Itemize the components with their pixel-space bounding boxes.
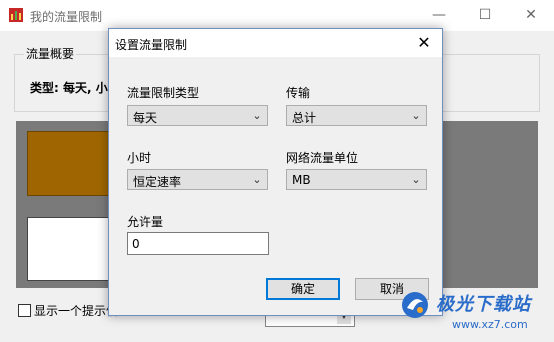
app-icon: [9, 8, 23, 22]
download-color-swatch[interactable]: [27, 217, 119, 281]
watermark-logo-icon: [402, 292, 428, 318]
chevron-down-icon: ⌄: [252, 109, 262, 122]
dialog-title: 设置流量限制: [115, 38, 188, 52]
main-window-title: 我的流量限制: [30, 10, 103, 24]
hour-value: 恒定速率: [133, 175, 182, 189]
watermark-url: www.xz7.com: [452, 318, 528, 331]
unit-value: MB: [292, 173, 311, 187]
unit-label: 网络流量单位: [286, 151, 359, 165]
maximize-button[interactable]: ☐: [462, 0, 508, 31]
summary-text: 类型: 每天, 小时: [30, 81, 120, 95]
set-limit-dialog: 设置流量限制 ✕ 流量限制类型 每天 ⌄ 传输 总计 ⌄ 小时 恒定速率 ⌄ 网…: [108, 28, 443, 316]
summary-group-label: 流量概要: [24, 45, 77, 62]
transfer-value: 总计: [292, 111, 317, 125]
limit-type-value: 每天: [133, 111, 158, 125]
hour-label: 小时: [127, 151, 152, 165]
close-button[interactable]: ✕: [508, 0, 554, 31]
hour-select[interactable]: 恒定速率 ⌄: [127, 169, 268, 190]
main-titlebar: 我的流量限制 — ☐ ✕: [0, 0, 554, 31]
dialog-close-button[interactable]: ✕: [410, 31, 438, 55]
show-tip-label: 显示一个提示信: [34, 304, 119, 318]
minimize-button[interactable]: —: [416, 0, 462, 31]
unit-select[interactable]: MB ⌄: [286, 169, 427, 190]
transfer-select[interactable]: 总计 ⌄: [286, 105, 427, 126]
allowance-input[interactable]: [132, 234, 266, 253]
ok-button[interactable]: 确定: [266, 278, 340, 300]
transfer-label: 传输: [286, 86, 311, 100]
watermark-brand: 极光下载站: [436, 294, 531, 315]
limit-type-label: 流量限制类型: [127, 86, 200, 100]
upload-color-swatch[interactable]: [27, 131, 119, 196]
show-tip-checkbox[interactable]: [18, 304, 31, 317]
limit-type-select[interactable]: 每天 ⌄: [127, 105, 268, 126]
chevron-down-icon: ⌄: [411, 109, 421, 122]
dialog-titlebar: 设置流量限制 ✕: [109, 29, 442, 57]
allowance-field[interactable]: [127, 232, 269, 255]
chevron-down-icon: ⌄: [252, 173, 262, 186]
chevron-down-icon: ⌄: [411, 173, 421, 186]
allowance-label: 允许量: [127, 215, 164, 229]
